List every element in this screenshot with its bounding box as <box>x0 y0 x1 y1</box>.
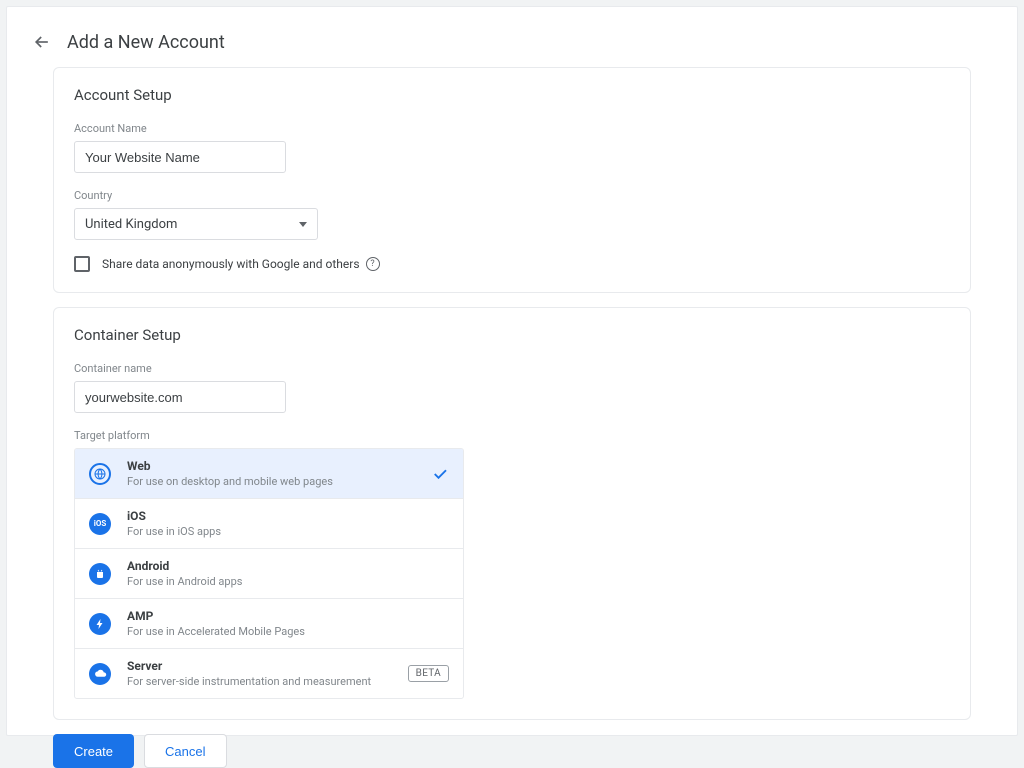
platform-ios[interactable]: iOS iOS For use in iOS apps <box>75 498 463 548</box>
country-field: Country United Kingdom <box>74 189 950 240</box>
platform-title: AMP <box>127 609 449 623</box>
container-setup-card: Container Setup Container name Target pl… <box>53 307 971 720</box>
share-data-text: Share data anonymously with Google and o… <box>102 257 360 271</box>
platform-desc: For server-side instrumentation and meas… <box>127 675 408 688</box>
country-select[interactable]: United Kingdom <box>74 208 318 240</box>
create-button[interactable]: Create <box>53 734 134 768</box>
account-name-label: Account Name <box>74 122 950 135</box>
platform-desc: For use on desktop and mobile web pages <box>127 475 449 488</box>
platform-amp[interactable]: AMP For use in Accelerated Mobile Pages <box>75 598 463 648</box>
share-data-checkbox[interactable] <box>74 256 90 272</box>
page-header: Add a New Account <box>7 25 1017 67</box>
account-setup-card: Account Setup Account Name Country Unite… <box>53 67 971 293</box>
account-setup-heading: Account Setup <box>74 86 950 104</box>
globe-icon <box>89 463 111 485</box>
cloud-icon <box>89 663 111 685</box>
account-name-input[interactable] <box>74 141 286 173</box>
platform-title: Android <box>127 559 449 573</box>
container-setup-heading: Container Setup <box>74 326 950 344</box>
action-buttons: Create Cancel <box>53 734 971 768</box>
platform-desc: For use in Android apps <box>127 575 449 588</box>
country-label: Country <box>74 189 950 202</box>
platform-desc: For use in Accelerated Mobile Pages <box>127 625 449 638</box>
share-data-row: Share data anonymously with Google and o… <box>74 256 950 272</box>
account-name-field: Account Name <box>74 122 950 173</box>
ios-icon: iOS <box>89 513 111 535</box>
page-title: Add a New Account <box>67 32 225 53</box>
target-platform-label: Target platform <box>74 429 950 442</box>
page: Add a New Account Account Setup Account … <box>6 6 1018 736</box>
platform-title: Web <box>127 459 449 473</box>
platform-list: Web For use on desktop and mobile web pa… <box>74 448 464 699</box>
android-icon <box>89 563 111 585</box>
help-icon[interactable]: ? <box>366 257 380 271</box>
container-name-label: Container name <box>74 362 950 375</box>
platform-server[interactable]: Server For server-side instrumentation a… <box>75 648 463 698</box>
platform-title: Server <box>127 659 408 673</box>
back-arrow-icon[interactable] <box>31 31 53 53</box>
cancel-button[interactable]: Cancel <box>144 734 226 768</box>
check-icon <box>431 465 449 483</box>
container-name-input[interactable] <box>74 381 286 413</box>
container-name-field: Container name <box>74 362 950 413</box>
platform-web[interactable]: Web For use on desktop and mobile web pa… <box>75 449 463 498</box>
share-data-label: Share data anonymously with Google and o… <box>102 257 380 271</box>
country-value: United Kingdom <box>85 217 177 232</box>
platform-desc: For use in iOS apps <box>127 525 449 538</box>
amp-icon <box>89 613 111 635</box>
platform-android[interactable]: Android For use in Android apps <box>75 548 463 598</box>
chevron-down-icon <box>299 222 307 227</box>
platform-title: iOS <box>127 509 449 523</box>
beta-badge: BETA <box>408 665 449 682</box>
